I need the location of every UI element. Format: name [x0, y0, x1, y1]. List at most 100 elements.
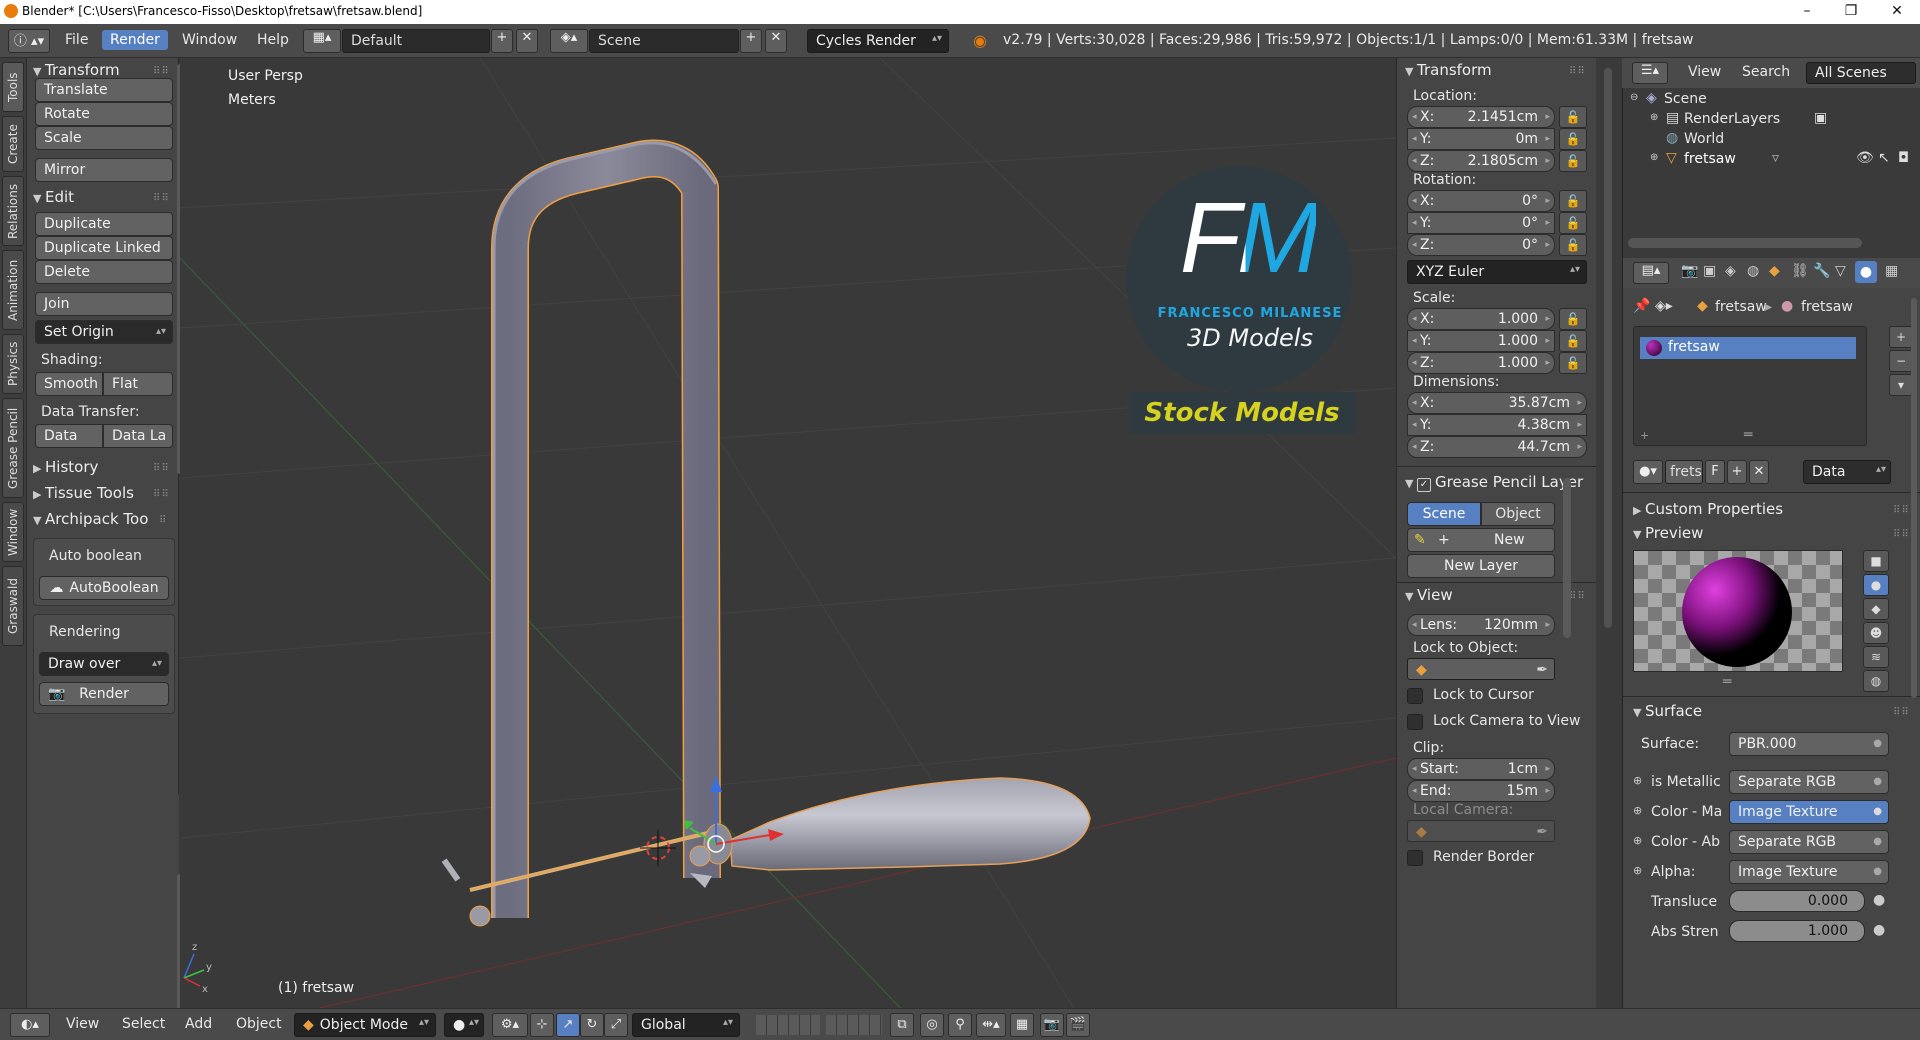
- remove-screen-icon[interactable]: ✕: [516, 29, 538, 53]
- menu-file[interactable]: File: [65, 32, 88, 48]
- surface-header[interactable]: ▼ Surface: [1633, 702, 1702, 720]
- editor-type-info-icon[interactable]: ⓘ ▴▾: [8, 29, 50, 53]
- new-material-icon[interactable]: +: [1727, 460, 1747, 484]
- lock-object-field[interactable]: ◆ ✒: [1407, 658, 1555, 680]
- smooth-shading-button[interactable]: Smooth: [35, 372, 103, 396]
- dimension-z-field[interactable]: ◂ Z: 44.7cm ▸: [1407, 436, 1587, 458]
- preview-cube-icon[interactable]: ◆: [1863, 598, 1889, 620]
- material-tab-icon[interactable]: ●: [1855, 261, 1877, 283]
- rotate-button[interactable]: Rotate: [35, 102, 173, 126]
- list-resize-grip-icon[interactable]: ═: [1744, 427, 1752, 443]
- rotation-x-field[interactable]: ◂ X: 0° ▸: [1407, 190, 1555, 212]
- scale-z-field[interactable]: ◂ Z: 1.000 ▸: [1407, 352, 1555, 374]
- location-y-field[interactable]: ◂ Y: 0m ▸: [1407, 128, 1555, 150]
- tab-relations[interactable]: Relations: [2, 176, 24, 246]
- object-tab-icon[interactable]: ◆: [1769, 263, 1780, 279]
- panel-grip-icon[interactable]: ⠿⠿: [153, 66, 170, 77]
- outliner-view-menu[interactable]: View: [1688, 64, 1721, 80]
- new-layer-button[interactable]: New Layer: [1407, 554, 1555, 578]
- lock-layers-icon[interactable]: ⧉: [890, 1013, 914, 1037]
- bottom-menu-select[interactable]: Select: [122, 1016, 165, 1032]
- panel-grip-icon[interactable]: ⠿⠿: [1893, 529, 1910, 540]
- view-panel-header[interactable]: ▼ View: [1405, 586, 1453, 604]
- flat-shading-button[interactable]: Flat: [103, 372, 173, 396]
- edit-panel-header[interactable]: ▼ Edit: [33, 188, 74, 206]
- expand-icon[interactable]: ⊕: [1650, 112, 1658, 123]
- delete-button[interactable]: Delete: [35, 260, 173, 284]
- panel-grip-icon[interactable]: ⠿⠿: [1569, 591, 1586, 602]
- location-x-field[interactable]: ◂ X: 2.1451cm ▸: [1407, 106, 1555, 128]
- rotation-mode-dropdown[interactable]: XYZ Euler ▴▾: [1407, 260, 1587, 284]
- material-slot-row[interactable]: fretsaw: [1640, 337, 1856, 359]
- panel-grip-icon[interactable]: ⠿⠿: [1569, 66, 1586, 77]
- remove-slot-icon[interactable]: −: [1889, 350, 1913, 372]
- render-animation-icon[interactable]: 🎬: [1066, 1013, 1090, 1037]
- outliner-item-fretsaw[interactable]: fretsaw: [1684, 151, 1736, 167]
- lock-location-x-icon[interactable]: 🔓: [1559, 106, 1587, 128]
- bottom-menu-view[interactable]: View: [66, 1016, 99, 1032]
- lock-rotation-x-icon[interactable]: 🔓: [1559, 190, 1587, 212]
- input-alpha-button[interactable]: Image Texture ●: [1729, 860, 1889, 884]
- outliner-item-renderlayers[interactable]: RenderLayers: [1684, 111, 1780, 127]
- node-link-icon[interactable]: ●: [1873, 922, 1885, 938]
- panel-grip-icon[interactable]: ⠿⠿: [1893, 505, 1910, 516]
- editor-type-3dview-icon[interactable]: ◐▴: [10, 1013, 50, 1037]
- join-button[interactable]: Join: [35, 292, 173, 316]
- gp-scene-toggle[interactable]: Scene: [1407, 502, 1481, 526]
- tab-graswald[interactable]: Graswald: [2, 566, 24, 646]
- screen-layout-field[interactable]: Default: [342, 29, 490, 53]
- outliner-search-menu[interactable]: Search: [1742, 64, 1790, 80]
- surface-shader-button[interactable]: PBR.000 ●: [1729, 732, 1889, 756]
- tab-physics[interactable]: Physics: [2, 334, 24, 394]
- preview-monkey-icon[interactable]: ☻: [1863, 622, 1889, 644]
- lock-location-y-icon[interactable]: 🔓: [1559, 128, 1587, 150]
- eyedropper-icon[interactable]: ✒: [1536, 824, 1548, 840]
- remove-scene-icon[interactable]: ✕: [765, 29, 787, 53]
- material-name-field[interactable]: fretsa: [1665, 460, 1703, 484]
- transform-panel-header[interactable]: ▼ Transform: [33, 61, 120, 79]
- expand-input-icon[interactable]: ⊕: [1633, 774, 1642, 787]
- selectable-cursor-icon[interactable]: ↖: [1878, 150, 1890, 166]
- mirror-button[interactable]: Mirror: [35, 158, 173, 182]
- preview-header[interactable]: ▼ Preview: [1633, 524, 1703, 542]
- clip-end-field[interactable]: ◂ End: 15m ▸: [1407, 780, 1555, 802]
- outliner-item-scene[interactable]: Scene: [1664, 91, 1707, 107]
- texture-tab-icon[interactable]: ▦: [1885, 263, 1898, 279]
- preview-sky-icon[interactable]: ◍: [1863, 670, 1889, 692]
- close-button[interactable]: ✕: [1874, 0, 1920, 24]
- input-metallic-button[interactable]: Separate RGB ●: [1729, 770, 1889, 794]
- translate-manipulator-icon[interactable]: ↗: [556, 1013, 580, 1037]
- input-color-ma-button[interactable]: Image Texture ●: [1729, 800, 1889, 824]
- scale-x-field[interactable]: ◂ X: 1.000 ▸: [1407, 308, 1555, 330]
- layer-buttons-row2[interactable]: [826, 1015, 882, 1035]
- lock-scale-z-icon[interactable]: 🔓: [1559, 352, 1587, 374]
- preview-hair-icon[interactable]: ≋: [1863, 646, 1889, 668]
- pin-icon[interactable]: 📌: [1633, 298, 1650, 314]
- tab-tools[interactable]: Tools: [2, 62, 24, 112]
- proportional-edit-icon[interactable]: ◎: [920, 1013, 944, 1037]
- expand-input-icon[interactable]: ⊕: [1633, 864, 1642, 877]
- tab-window[interactable]: Window: [2, 502, 24, 562]
- layer-buttons-row1[interactable]: [756, 1015, 820, 1035]
- unlink-material-icon[interactable]: ✕: [1749, 460, 1769, 484]
- tab-animation[interactable]: Animation: [2, 250, 24, 330]
- manipulator-toggle-icon[interactable]: ⊹: [530, 1013, 554, 1037]
- transform-orientation-dropdown[interactable]: Global ▴▾: [632, 1013, 740, 1037]
- lock-camera-checkbox[interactable]: [1407, 714, 1423, 730]
- n-panel-outer-scrollbar[interactable]: [1604, 68, 1612, 628]
- viewport-shading-dropdown[interactable]: ● ▴▾: [444, 1013, 484, 1037]
- lock-rotation-y-icon[interactable]: 🔓: [1559, 212, 1587, 234]
- opengl-render-icon[interactable]: ▦: [1010, 1013, 1034, 1037]
- snap-toggle-icon[interactable]: ⚲: [948, 1013, 972, 1037]
- data-layout-button[interactable]: Data La: [103, 424, 173, 448]
- slot-specials-icon[interactable]: ▾: [1889, 374, 1913, 396]
- rotation-y-field[interactable]: ◂ Y: 0° ▸: [1407, 212, 1555, 234]
- scale-y-field[interactable]: ◂ Y: 1.000 ▸: [1407, 330, 1555, 352]
- scene-icon[interactable]: ◈▴: [550, 29, 588, 53]
- preview-sphere-icon[interactable]: ●: [1863, 574, 1889, 596]
- screen-layout-icon[interactable]: ▦▴: [303, 29, 341, 53]
- archipack-panel-header[interactable]: ▼ Archipack Too: [33, 510, 148, 528]
- modifiers-tab-icon[interactable]: 🔧: [1813, 263, 1830, 279]
- pivot-point-icon[interactable]: ⚙▴: [492, 1013, 528, 1037]
- visibility-eye-icon[interactable]: 👁: [1856, 150, 1874, 166]
